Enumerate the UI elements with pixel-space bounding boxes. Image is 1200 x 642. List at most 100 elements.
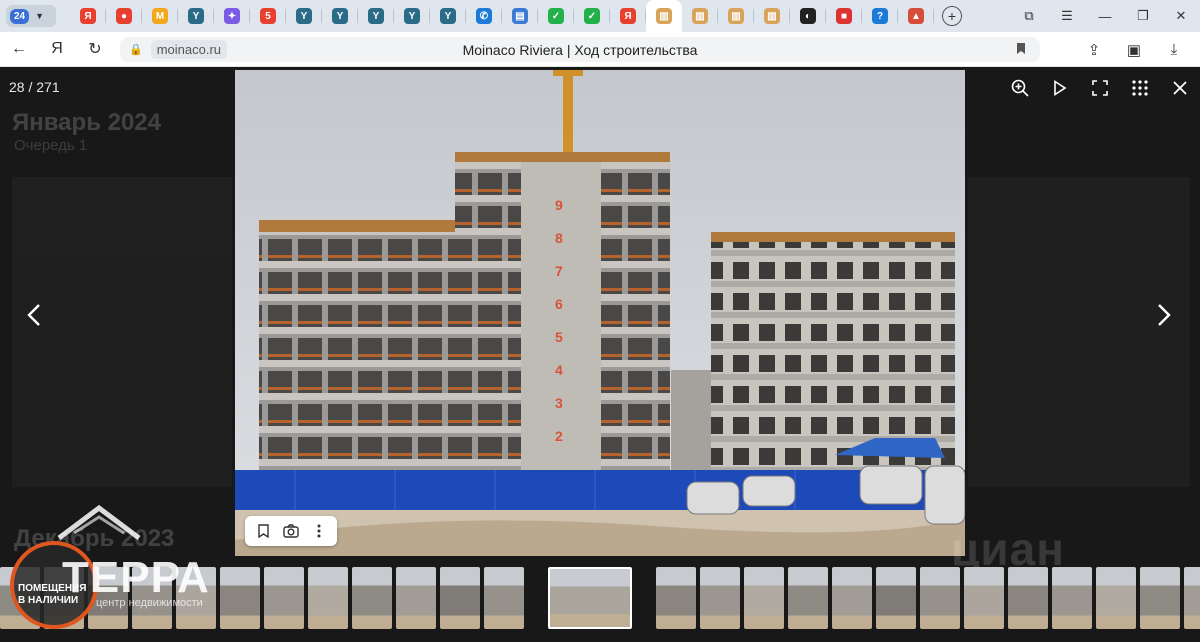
- zoom-in-icon[interactable]: [1000, 75, 1040, 101]
- restore-button[interactable]: ❐: [1124, 8, 1162, 24]
- window-controls: ⧉ ☰ — ❐ ✕: [1010, 0, 1200, 32]
- browser-tab-moinaco[interactable]: ▥: [754, 0, 790, 32]
- browser-tab-doc[interactable]: ▤: [502, 0, 538, 32]
- reload-button[interactable]: ↻: [76, 39, 114, 59]
- thumbnail[interactable]: [1008, 567, 1048, 629]
- slideshow-play-icon[interactable]: [1040, 75, 1080, 101]
- tab-counter-button[interactable]: 24 ▼: [6, 5, 56, 27]
- floor-mark: 3: [555, 395, 563, 411]
- browser-tab-maps-pin[interactable]: ●: [106, 0, 142, 32]
- browser-tab-phone[interactable]: ✆: [466, 0, 502, 32]
- browser-tab-help[interactable]: ?: [862, 0, 898, 32]
- thumbnail[interactable]: [308, 567, 348, 629]
- back-button[interactable]: ←: [0, 40, 38, 58]
- collections-icon[interactable]: ⧉: [1010, 8, 1048, 24]
- downloads-menu-icon[interactable]: ☰: [1048, 8, 1086, 24]
- browser-tab-ext[interactable]: ▲: [898, 0, 934, 32]
- thumbnail[interactable]: [876, 567, 916, 629]
- browser-tab-moinaco[interactable]: ▥: [682, 0, 718, 32]
- thumbnail[interactable]: [396, 567, 436, 629]
- browser-tab-flag[interactable]: ■: [826, 0, 862, 32]
- month-heading: Январь 2024: [12, 109, 162, 136]
- phone-icon: ✆: [476, 8, 492, 24]
- lock-icon: 🔒: [129, 44, 143, 56]
- tab-count: 24: [10, 8, 30, 24]
- floor-mark: 8: [555, 230, 563, 246]
- next-photo-button[interactable]: [1144, 295, 1184, 335]
- extension-icon[interactable]: ▣: [1114, 41, 1154, 59]
- thumbnail[interactable]: [1184, 567, 1200, 629]
- mail-icon: M: [152, 8, 168, 24]
- photo-actions: [245, 516, 337, 546]
- thumbnail[interactable]: [1096, 567, 1136, 629]
- floor-mark: 2: [555, 428, 563, 444]
- yandex-home-button[interactable]: Я: [38, 40, 76, 58]
- y-tab-icon: Y: [188, 8, 204, 24]
- url-field[interactable]: 🔒 moinaco.ru Moinaco Riviera | Ход строи…: [120, 37, 1040, 62]
- camera-search-icon[interactable]: [277, 524, 305, 538]
- y-tab-icon: Y: [404, 8, 420, 24]
- moinaco-icon: ▥: [728, 8, 744, 24]
- minimize-button[interactable]: —: [1086, 9, 1124, 24]
- thumbnail[interactable]: [1052, 567, 1092, 629]
- viewer-toolbar: [1000, 75, 1200, 101]
- thumbnail[interactable]: [264, 567, 304, 629]
- fullscreen-icon[interactable]: [1080, 75, 1120, 101]
- browser-tab-y-tab[interactable]: Y: [394, 0, 430, 32]
- moinaco-icon: ▥: [692, 8, 708, 24]
- browser-tab-check[interactable]: ✓: [574, 0, 610, 32]
- floor-mark: 6: [555, 296, 563, 312]
- photo-counter: 28 / 271: [9, 79, 60, 95]
- close-icon[interactable]: [1160, 75, 1200, 101]
- new-tab-button[interactable]: +: [942, 6, 962, 26]
- more-options-icon[interactable]: [305, 524, 333, 538]
- grid-icon[interactable]: [1120, 75, 1160, 101]
- thumbnail[interactable]: [220, 567, 260, 629]
- floor-mark: 7: [555, 263, 563, 279]
- browser-tab-y-tab[interactable]: Y: [358, 0, 394, 32]
- domain-chip[interactable]: moinaco.ru: [150, 40, 228, 59]
- queue-label: Очередь 1: [14, 137, 88, 154]
- thumbnail[interactable]: [832, 567, 872, 629]
- browser-tab-apps[interactable]: ✦: [214, 0, 250, 32]
- thumbnail[interactable]: [484, 567, 524, 629]
- share-icon[interactable]: ⇪: [1074, 41, 1114, 59]
- browser-tab-moinaco[interactable]: ▥: [718, 0, 754, 32]
- tab-strip: Я ● M Y ✦ 5 Y Y Y Y Y ✆ ▤ ✓ ✓ Я ▥ ▥ ▥ ▥ ◐ ■? ▲: [70, 0, 934, 32]
- thumbnail[interactable]: [788, 567, 828, 629]
- browser-tab-yandex[interactable]: Я: [610, 0, 646, 32]
- close-window-button[interactable]: ✕: [1162, 8, 1200, 24]
- browser-tab-y-tab[interactable]: Y: [178, 0, 214, 32]
- maps-pin-icon: ●: [116, 8, 132, 24]
- thumbnail[interactable]: [744, 567, 784, 629]
- browser-tab-yandex[interactable]: Я: [70, 0, 106, 32]
- browser-tab-moinaco[interactable]: ▥: [646, 0, 682, 32]
- thumbnail[interactable]: [700, 567, 740, 629]
- help-icon: ?: [872, 8, 888, 24]
- bookmark-icon[interactable]: [1016, 42, 1026, 58]
- strip-spacer: [636, 567, 652, 631]
- thumbnail[interactable]: [1140, 567, 1180, 629]
- thumbnail[interactable]: [440, 567, 480, 629]
- browser-tab-mask[interactable]: ◐: [790, 0, 826, 32]
- browser-tab-five[interactable]: 5: [250, 0, 286, 32]
- logo-subtitle: центр недвижимости: [96, 597, 203, 609]
- browser-tab-y-tab[interactable]: Y: [322, 0, 358, 32]
- thumbnail[interactable]: [964, 567, 1004, 629]
- ext-icon: ▲: [908, 8, 924, 24]
- browser-tab-y-tab[interactable]: Y: [430, 0, 466, 32]
- flag-icon: ■: [836, 8, 852, 24]
- thumbnail[interactable]: [352, 567, 392, 629]
- thumbnail[interactable]: [920, 567, 960, 629]
- thumbnail-current[interactable]: [548, 567, 632, 629]
- chevron-left-icon: [27, 304, 40, 326]
- browser-tab-mail[interactable]: M: [142, 0, 178, 32]
- thumbnail[interactable]: [656, 567, 696, 629]
- browser-tab-check[interactable]: ✓: [538, 0, 574, 32]
- downloads-icon[interactable]: ⤓: [1154, 41, 1194, 58]
- prev-photo-button[interactable]: [14, 295, 54, 335]
- construction-photo-illustration: 9 8 7 6 5 4 3 2: [235, 70, 965, 556]
- terra-logo: ПОМЕЩЕНИЯ В НАЛИЧИИ ТЕРРА центр недвижимо…: [10, 503, 210, 642]
- bookmark-icon[interactable]: [249, 524, 277, 538]
- browser-tab-y-tab[interactable]: Y: [286, 0, 322, 32]
